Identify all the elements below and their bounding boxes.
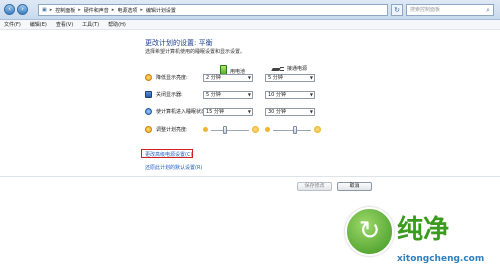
chevron-down-icon: ▼ [247,92,251,97]
slider-track [273,130,311,131]
search-input[interactable]: 搜索控制面板 ⌕ [406,4,494,16]
sleep-plugged-select[interactable]: 30 分钟 ▼ [265,108,315,116]
chevron-down-icon: ▼ [309,75,313,80]
cancel-button[interactable]: 取消 [337,182,372,191]
setting-brightness: 调整计划亮度: [145,126,188,133]
brightness-high-icon [252,126,259,133]
back-button[interactable]: ‹ [4,4,15,15]
menu-edit[interactable]: 编辑(E) [30,21,47,28]
dim-display-plugged-value: 5 分钟 [268,75,283,81]
dim-display-battery-value: 2 分钟 [206,75,221,81]
dim-display-battery-select[interactable]: 2 分钟 ▼ [203,74,253,82]
brightness-plugged-slider[interactable] [265,125,321,135]
sleep-plugged-value: 30 分钟 [268,109,286,115]
brightness-icon [145,74,152,81]
brightness-low-icon [203,127,208,132]
save-button[interactable]: 保存修改 [297,182,332,191]
restore-defaults-link[interactable]: 还原此计划的默认设置(R) [145,164,202,171]
slider-thumb[interactable] [222,126,227,134]
brightness-high-icon [314,126,321,133]
menu-bar: 文件(F) 编辑(E) 查看(V) 工具(T) 帮助(H) [0,20,500,30]
setting-turn-off-display-label: 关闭显示器: [156,92,183,98]
folder-icon: ▣ [42,7,47,13]
refresh-button[interactable]: ↻ [391,4,403,16]
setting-brightness-label: 调整计划亮度: [156,127,188,133]
brightness-battery-slider[interactable] [203,125,259,135]
breadcrumb-power-options[interactable]: 电源选项 [117,7,137,14]
setting-turn-off-display: 关闭显示器: [145,91,183,98]
turn-off-display-plugged-value: 10 分钟 [268,92,286,98]
turn-off-display-battery-value: 5 分钟 [206,92,221,98]
chevron-down-icon: ▼ [309,92,313,97]
watermark: 纯净 xitongcheng.com [335,205,500,270]
setting-dim-display: 降低显示亮度: [145,74,188,81]
plug-icon [272,66,284,72]
menu-tools[interactable]: 工具(T) [82,21,99,28]
setting-dim-display-label: 降低显示亮度: [156,75,188,81]
sleep-battery-select[interactable]: 15 分钟 ▼ [203,108,253,116]
slider-thumb[interactable] [293,126,298,134]
chevron-down-icon: ▼ [247,75,251,80]
column-plugged-label: 接通电源 [287,66,308,72]
search-icon: ⌕ [486,6,490,14]
divider [0,176,500,177]
turn-off-display-battery-select[interactable]: 5 分钟 ▼ [203,91,253,99]
sleep-icon [145,108,152,115]
slider-track [211,130,249,131]
forward-button[interactable]: › [17,4,28,15]
page-title: 更改计划的设置: 平衡 [145,39,213,47]
monitor-icon [145,91,152,98]
setting-sleep-label: 使计算机进入睡眠状态: [156,109,208,115]
chevron-down-icon: ▼ [309,109,313,114]
column-plugged: 接通电源 [272,65,307,72]
brightness-low-icon [265,127,270,132]
breadcrumb-hardware-sound[interactable]: 硬件和声音 [84,7,109,14]
breadcrumb-edit-plan[interactable]: 编辑计划设置 [146,7,176,14]
sleep-battery-value: 15 分钟 [206,109,224,115]
menu-file[interactable]: 文件(F) [4,21,21,28]
menu-help[interactable]: 帮助(H) [108,21,126,28]
page-description: 选择希望计算机使用的睡眠设置和显示设置。 [145,49,246,55]
breadcrumb-control-panel[interactable]: 控制面板 [55,7,75,14]
brightness-icon [145,126,152,133]
advanced-settings-link[interactable]: 更改高级电源设置(C) [145,151,192,158]
watermark-text: 纯净 [397,215,450,245]
setting-sleep: 使计算机进入睡眠状态: [145,108,208,115]
title-bar: ‹ › ▣ ▸ 控制面板 ▸ 硬件和声音 ▸ 电源选项 ▸ 编辑计划设置 ↻ 搜… [0,0,500,20]
watermark-logo-icon [345,207,394,256]
chevron-down-icon: ▼ [247,109,251,114]
search-placeholder: 搜索控制面板 [410,7,441,13]
dim-display-plugged-select[interactable]: 5 分钟 ▼ [265,74,315,82]
turn-off-display-plugged-select[interactable]: 10 分钟 ▼ [265,91,315,99]
watermark-url: xitongcheng.com [397,254,485,264]
menu-view[interactable]: 查看(V) [56,21,73,28]
address-bar[interactable]: ▣ ▸ 控制面板 ▸ 硬件和声音 ▸ 电源选项 ▸ 编辑计划设置 [38,4,388,16]
